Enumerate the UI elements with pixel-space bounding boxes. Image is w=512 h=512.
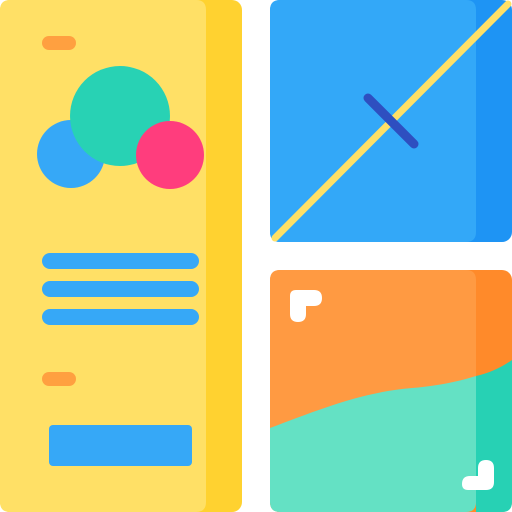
blue-swatch-card xyxy=(270,0,512,242)
flyer-text-line xyxy=(42,309,199,325)
orange-swatch-card xyxy=(270,270,512,512)
flyer-text-line xyxy=(42,281,199,297)
pink-circle xyxy=(136,121,204,189)
flyer-top-pill xyxy=(42,36,76,50)
blue-swatch-face xyxy=(270,0,476,242)
flyer-card xyxy=(0,0,242,512)
flyer-bottom-pill xyxy=(42,372,76,386)
flyer-text-line xyxy=(42,253,199,269)
flyer-button xyxy=(49,425,192,466)
design-layout-illustration xyxy=(0,0,512,512)
flyer-text-lines xyxy=(42,253,199,325)
